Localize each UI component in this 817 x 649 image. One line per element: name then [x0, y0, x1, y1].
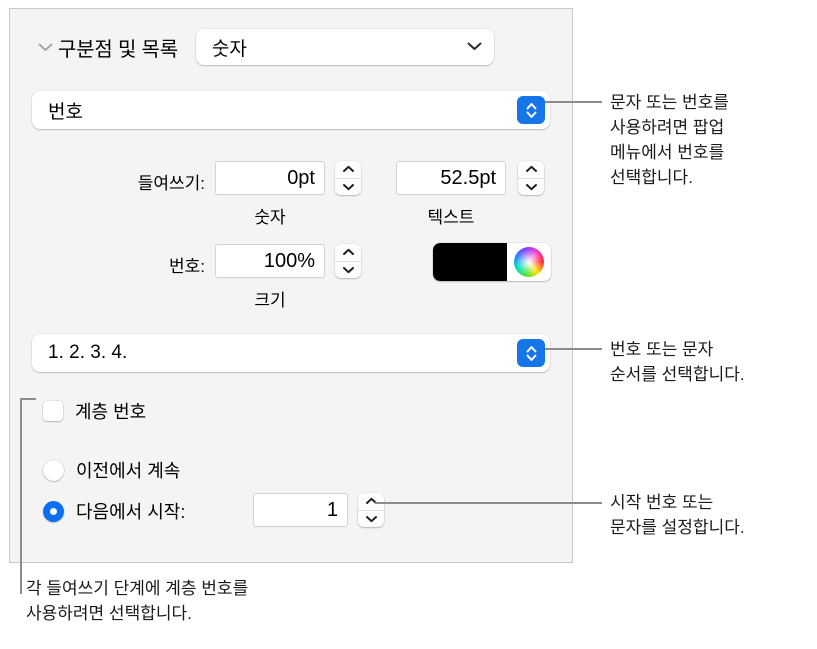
number-size-stepper[interactable] [335, 244, 361, 278]
leader-line-tiered-h [20, 398, 36, 400]
tiered-numbers-row[interactable]: 계층 번호 [43, 398, 146, 424]
stepper-up-icon[interactable] [335, 244, 361, 262]
list-style-popup[interactable]: 숫자 [195, 29, 494, 65]
bullet-type-value: 번호 [48, 101, 83, 123]
up-down-chevron-icon[interactable] [517, 96, 545, 124]
stepper-down-icon[interactable] [518, 179, 544, 196]
number-size-label: 번호: [168, 257, 205, 276]
page-title: 구분점 및 목록 [58, 38, 178, 61]
bullet-type-popup[interactable]: 번호 [32, 91, 550, 129]
tiered-numbers-checkbox[interactable] [43, 401, 63, 421]
leader-line-start-number [375, 502, 602, 504]
number-color-well[interactable] [433, 243, 551, 281]
continue-from-previous-label: 이전에서 계속 [76, 461, 181, 481]
stepper-up-icon[interactable] [335, 161, 361, 179]
chevron-down-icon[interactable] [32, 43, 58, 52]
indent-text-input[interactable]: 52.5pt [396, 161, 506, 195]
leader-line-number-order [545, 348, 602, 350]
indent-number-input[interactable]: 0pt [215, 161, 325, 195]
color-wheel-button[interactable] [507, 247, 551, 277]
number-size-input[interactable]: 100% [215, 244, 325, 278]
tiered-numbers-label: 계층 번호 [75, 402, 147, 422]
number-format-popup[interactable]: 1. 2. 3. 4. [32, 334, 550, 372]
start-at-input[interactable]: 1 [253, 493, 348, 527]
number-format-value: 1. 2. 3. 4. [48, 342, 128, 363]
leader-line-tiered-tick [20, 572, 22, 594]
continue-from-previous-radio[interactable] [43, 459, 64, 481]
continue-from-previous-row[interactable]: 이전에서 계속 [43, 457, 180, 483]
number-size-sublabel: 크기 [254, 291, 286, 310]
indent-text-stepper[interactable] [518, 161, 544, 195]
indent-text-sublabel: 텍스트 [427, 208, 475, 227]
start-at-stepper[interactable] [358, 493, 384, 527]
callout-number-order: 번호 또는 문자 순서를 선택합니다. [610, 340, 745, 384]
stepper-down-icon[interactable] [335, 179, 361, 196]
up-down-chevron-icon[interactable] [517, 339, 545, 367]
leader-line-tiered-v [20, 398, 22, 580]
chevron-down-icon [467, 38, 482, 56]
indent-number-stepper[interactable] [335, 161, 361, 195]
list-style-value: 숫자 [211, 38, 247, 60]
bullets-and-lists-inspector-panel: 구분점 및 목록 숫자 번호 들여쓰기: 0pt 숫자 52.5pt 텍스트 번… [9, 8, 573, 563]
color-swatch[interactable] [433, 243, 507, 281]
callout-tiered-numbers: 각 들여쓰기 단계에 계층 번호를 사용하려면 선택합니다. [26, 579, 249, 623]
callout-popup-menu: 문자 또는 번호를 사용하려면 팝업 메뉴에서 번호를 선택합니다. [610, 93, 729, 187]
indent-label: 들여쓰기: [137, 174, 205, 193]
color-wheel-icon [514, 247, 544, 277]
stepper-down-icon[interactable] [335, 262, 361, 279]
callout-start-number: 시작 번호 또는 문자를 설정합니다. [610, 493, 745, 537]
indent-number-sublabel: 숫자 [254, 208, 286, 227]
start-at-label: 다음에서 시작: [76, 502, 186, 522]
stepper-down-icon[interactable] [358, 511, 384, 528]
stepper-up-icon[interactable] [518, 161, 544, 179]
section-header: 구분점 및 목록 숫자 [10, 27, 572, 67]
start-at-row[interactable]: 다음에서 시작: [43, 498, 185, 524]
start-at-radio[interactable] [43, 500, 64, 522]
leader-line-popup-menu [545, 101, 602, 103]
